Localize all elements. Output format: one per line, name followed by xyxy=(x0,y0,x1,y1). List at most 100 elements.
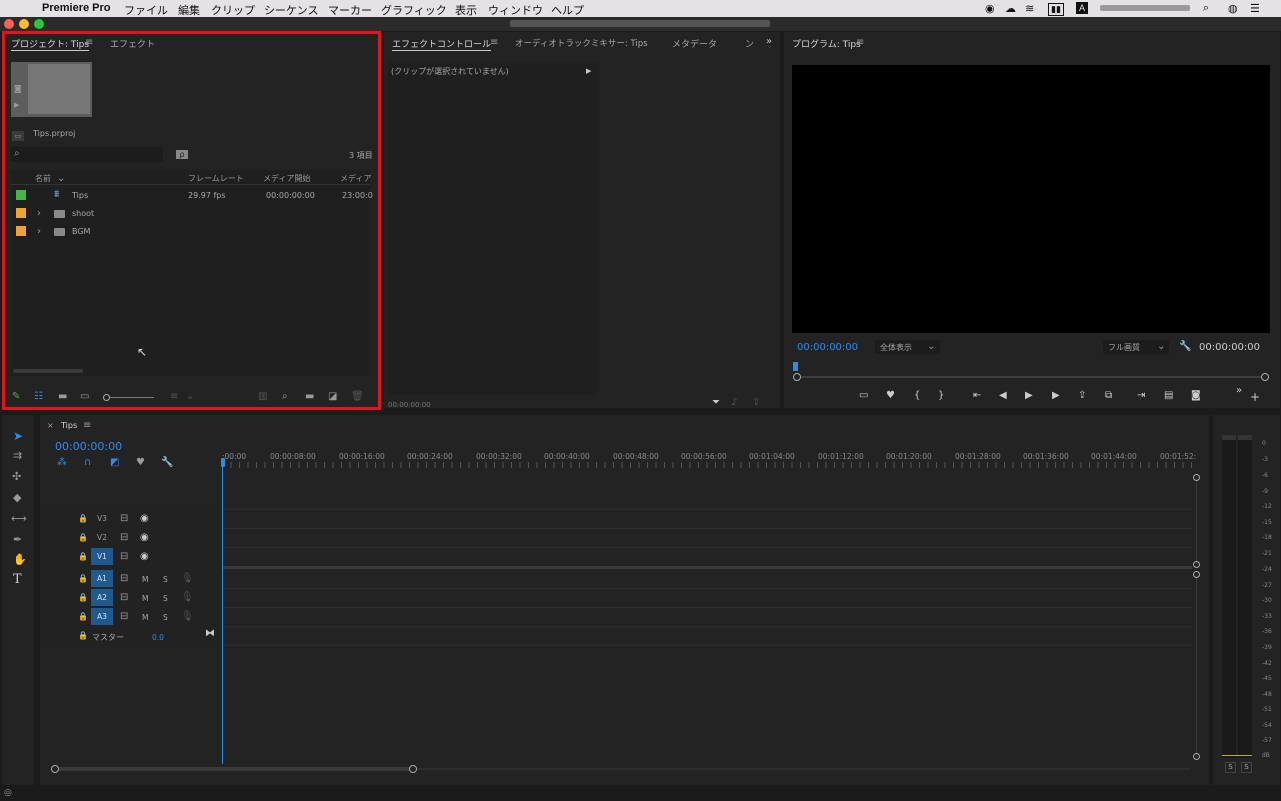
microphone-icon[interactable]: 🎙 xyxy=(181,574,194,584)
column-media-end[interactable]: メディア xyxy=(340,173,371,184)
snap-icon[interactable]: ∩ xyxy=(84,458,91,468)
label-color-swatch[interactable] xyxy=(16,190,26,200)
wifi-icon[interactable]: ≋ xyxy=(1025,2,1034,15)
new-search-bin-icon[interactable]: ρ xyxy=(176,150,188,159)
quality-select[interactable]: フル画質 ⌄ xyxy=(1103,340,1169,354)
meter-solo-left-button[interactable]: S xyxy=(1225,762,1236,773)
sync-lock-icon[interactable]: ⊟ xyxy=(120,514,128,524)
column-name[interactable]: 名前 xyxy=(35,173,51,184)
add-button-icon[interactable]: + xyxy=(1250,391,1260,403)
zoom-slider[interactable] xyxy=(104,397,154,398)
comparison-view-icon[interactable]: ▤ xyxy=(1164,391,1173,401)
step-back-icon[interactable]: ◀ xyxy=(999,391,1007,401)
solo-button[interactable]: S xyxy=(163,613,168,622)
mute-button[interactable]: M xyxy=(142,575,148,584)
current-timecode[interactable]: 00:00:00:00 xyxy=(797,342,858,353)
battery-icon[interactable]: ▮▮ xyxy=(1048,3,1064,16)
sync-lock-icon[interactable]: ⊟ xyxy=(120,552,128,562)
creative-cloud-icon[interactable]: ☁ xyxy=(1005,2,1016,15)
record-icon[interactable]: ◉ xyxy=(985,2,995,15)
new-bin-icon[interactable]: ▬ xyxy=(305,392,314,402)
solo-button[interactable]: S xyxy=(163,575,168,584)
horizontal-scrollbar[interactable] xyxy=(13,369,83,373)
linked-selection-icon[interactable]: ◩ xyxy=(110,458,119,468)
extract-icon[interactable]: ⧉ xyxy=(1105,391,1112,401)
track-v3[interactable]: V3 xyxy=(91,510,113,527)
tab-overflow[interactable]: ン xyxy=(745,37,754,50)
sync-lock-icon[interactable]: ⊟ xyxy=(120,533,128,543)
chevron-right-icon[interactable]: › xyxy=(37,209,41,219)
menu-marker[interactable]: マーカー xyxy=(328,2,372,18)
go-to-out-icon[interactable]: ⇥ xyxy=(1137,391,1145,401)
zoom-select[interactable]: 全体表示 ⌄ xyxy=(875,340,940,354)
add-marker-icon[interactable]: ♥ xyxy=(886,391,895,401)
audio-icon[interactable]: ♪ xyxy=(731,398,737,408)
track-a3[interactable]: A3 xyxy=(91,608,113,625)
video-vertical-scrollbar[interactable] xyxy=(1196,478,1197,564)
menu-file[interactable]: ファイル xyxy=(124,2,168,18)
solo-button[interactable]: S xyxy=(163,594,168,603)
tab-project[interactable]: プロジェクト: Tips xyxy=(11,37,90,51)
zoom-handle-left[interactable] xyxy=(51,765,59,773)
selection-tool-icon[interactable]: ➤ xyxy=(13,430,23,442)
track-v1[interactable]: V1 xyxy=(91,548,113,565)
meter-solo-right-button[interactable]: S xyxy=(1241,762,1252,773)
mark-in-icon[interactable]: { xyxy=(914,391,920,401)
playhead-marker[interactable] xyxy=(793,362,798,371)
razor-tool-icon[interactable]: ◆ xyxy=(13,492,21,503)
track-a2[interactable]: A2 xyxy=(91,589,113,606)
filter-icon[interactable]: ⏷ xyxy=(712,398,720,408)
column-media-start[interactable]: メディア開始 xyxy=(263,173,310,184)
zoom-handle-right[interactable] xyxy=(409,765,417,773)
eye-icon[interactable]: ◉ xyxy=(140,514,149,524)
scroll-handle-right[interactable] xyxy=(1261,373,1269,381)
close-window-icon[interactable] xyxy=(4,19,14,29)
lock-icon[interactable]: 🔒 xyxy=(78,514,88,524)
chevron-down-icon[interactable]: ⌄ xyxy=(57,174,65,184)
siri-icon[interactable]: ◍ xyxy=(1228,2,1238,15)
panel-menu-icon[interactable]: ≡ xyxy=(490,38,498,48)
lock-icon[interactable]: 🔒 xyxy=(78,593,88,603)
icon-view-icon[interactable]: ▬ xyxy=(58,392,67,402)
search-icon[interactable]: ⌕ xyxy=(1203,2,1209,15)
label-color-swatch[interactable] xyxy=(16,226,26,236)
panel-menu-icon[interactable]: ≡ xyxy=(85,38,93,48)
eye-icon[interactable]: ◉ xyxy=(140,533,149,543)
ripple-edit-tool-icon[interactable]: ✣ xyxy=(12,471,21,482)
mute-button[interactable]: M xyxy=(142,594,148,603)
timeline-timecode[interactable]: 00:00:00:00 xyxy=(55,440,122,453)
menu-view[interactable]: 表示 xyxy=(455,2,477,18)
menu-help[interactable]: ヘルプ xyxy=(551,2,584,18)
chevron-double-right-icon[interactable]: » xyxy=(766,37,772,47)
lock-icon[interactable]: 🔒 xyxy=(78,552,88,562)
wrench-icon[interactable]: 🔧 xyxy=(1179,342,1191,352)
trash-icon[interactable]: 🗑 xyxy=(351,392,364,402)
timeline-playhead-line[interactable] xyxy=(222,466,223,764)
program-monitor-title[interactable]: プログラム: Tips xyxy=(792,37,861,50)
sync-lock-icon[interactable]: ⊟ xyxy=(120,574,128,584)
chevron-down-icon[interactable]: ⌄ xyxy=(186,392,194,402)
freeform-view-icon[interactable]: ▭ xyxy=(80,392,89,402)
column-framerate[interactable]: フレームレート xyxy=(188,173,244,184)
export-icon[interactable]: ⇪ xyxy=(752,398,760,408)
lock-icon[interactable]: 🔒 xyxy=(78,574,88,584)
tab-effect-controls[interactable]: エフェクトコントロール xyxy=(392,37,492,51)
pen-tool-icon[interactable]: ✒ xyxy=(13,534,22,545)
list-view-icon[interactable]: ☷ xyxy=(34,392,43,402)
video-preview[interactable] xyxy=(792,65,1270,333)
microphone-icon[interactable]: 🎙 xyxy=(181,593,194,603)
mark-out-icon[interactable]: } xyxy=(938,391,944,401)
sort-icon[interactable]: ≡ xyxy=(170,392,178,402)
export-frame-icon[interactable]: ◙ xyxy=(1191,391,1201,401)
search-input[interactable]: ⌕ xyxy=(11,147,163,162)
chevron-double-right-icon[interactable]: » xyxy=(1236,386,1242,396)
type-tool-icon[interactable]: T xyxy=(13,573,22,586)
lock-icon[interactable]: 🔒 xyxy=(78,612,88,622)
zoom-slider-handle[interactable] xyxy=(103,394,110,401)
play-triangle-icon[interactable]: ▶ xyxy=(586,66,591,76)
close-tab-icon[interactable]: × xyxy=(47,421,54,431)
lock-icon[interactable]: 🔒 xyxy=(78,631,88,641)
app-menu[interactable]: Premiere Pro xyxy=(42,2,110,14)
go-to-in-icon[interactable]: ⇤ xyxy=(973,391,981,401)
add-marker-icon[interactable]: ♥ xyxy=(136,458,145,468)
